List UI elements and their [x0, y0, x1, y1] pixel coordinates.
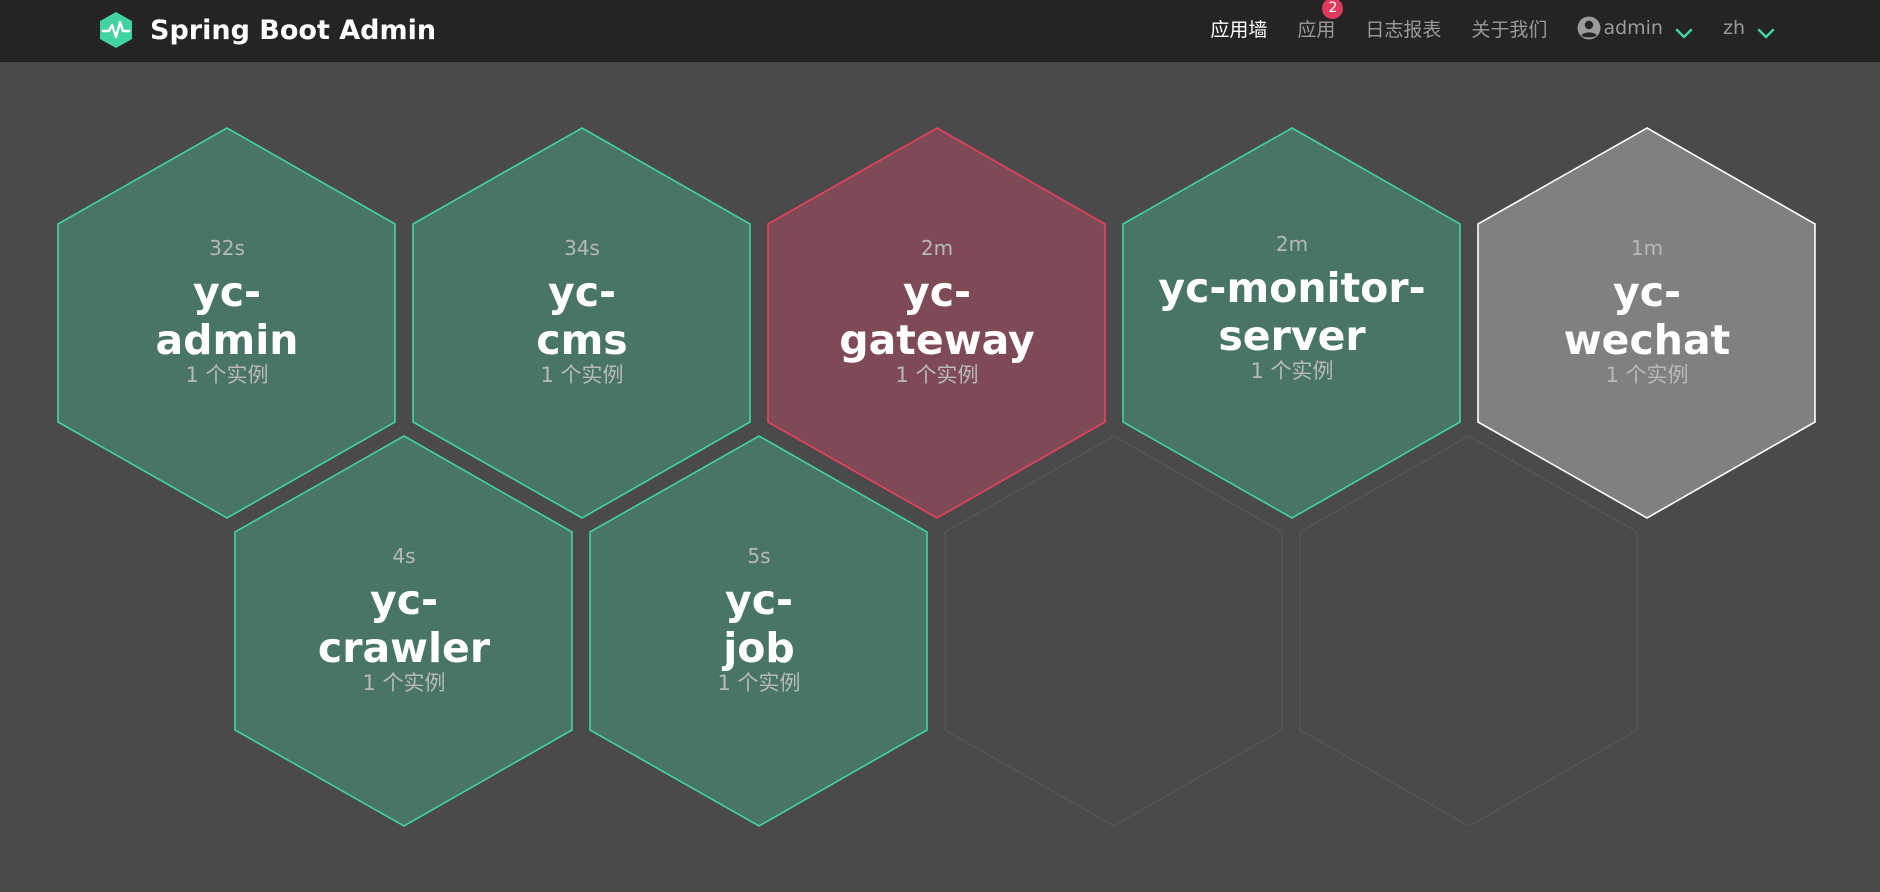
application-wall: 32s yc-admin 1 个实例 34s yc-cms 1 个实例 2m y… — [0, 0, 1880, 888]
language-menu[interactable]: zh — [1723, 17, 1775, 39]
brand-link[interactable]: Spring Boot Admin — [96, 8, 436, 52]
nav-item-applications[interactable]: 应用 2 — [1297, 0, 1344, 42]
chevron-down-icon — [1675, 22, 1693, 39]
user-name: admin — [1603, 17, 1663, 39]
nav-item-wall[interactable]: 应用墙 — [1210, 15, 1267, 42]
chevron-down-icon — [1757, 22, 1775, 39]
nav-item-journal[interactable]: 日志报表 — [1365, 15, 1441, 42]
hex-tile-yc-monitor-server[interactable] — [1122, 127, 1461, 519]
language-label: zh — [1722, 17, 1745, 39]
brand-title: Spring Boot Admin — [150, 14, 437, 46]
nav-menu: 应用墙 应用 2 日志报表 关于我们 admin zh — [1180, 0, 1775, 56]
nav-item-applications-label: 应用 — [1297, 18, 1336, 41]
nav-item-about[interactable]: 关于我们 — [1471, 15, 1547, 42]
user-circle-icon — [1577, 16, 1601, 40]
hex-placeholder — [1299, 435, 1638, 827]
user-menu[interactable]: admin — [1577, 16, 1693, 40]
hex-tile-yc-wechat[interactable] — [1477, 127, 1816, 519]
heartbeat-icon — [96, 10, 136, 50]
hex-placeholder — [944, 435, 1283, 827]
hex-tile-yc-gateway[interactable] — [767, 127, 1106, 519]
hex-grid — [57, 127, 1816, 827]
hex-tile-yc-cms[interactable] — [412, 127, 751, 519]
hex-tile-yc-admin[interactable] — [57, 127, 396, 519]
hex-tile-yc-job[interactable] — [589, 435, 928, 827]
notification-badge: 2 — [1322, 0, 1344, 19]
hex-tile-yc-crawler[interactable] — [234, 435, 573, 827]
navbar: Spring Boot Admin 应用墙 应用 2 日志报表 关于我们 adm… — [0, 0, 1880, 62]
